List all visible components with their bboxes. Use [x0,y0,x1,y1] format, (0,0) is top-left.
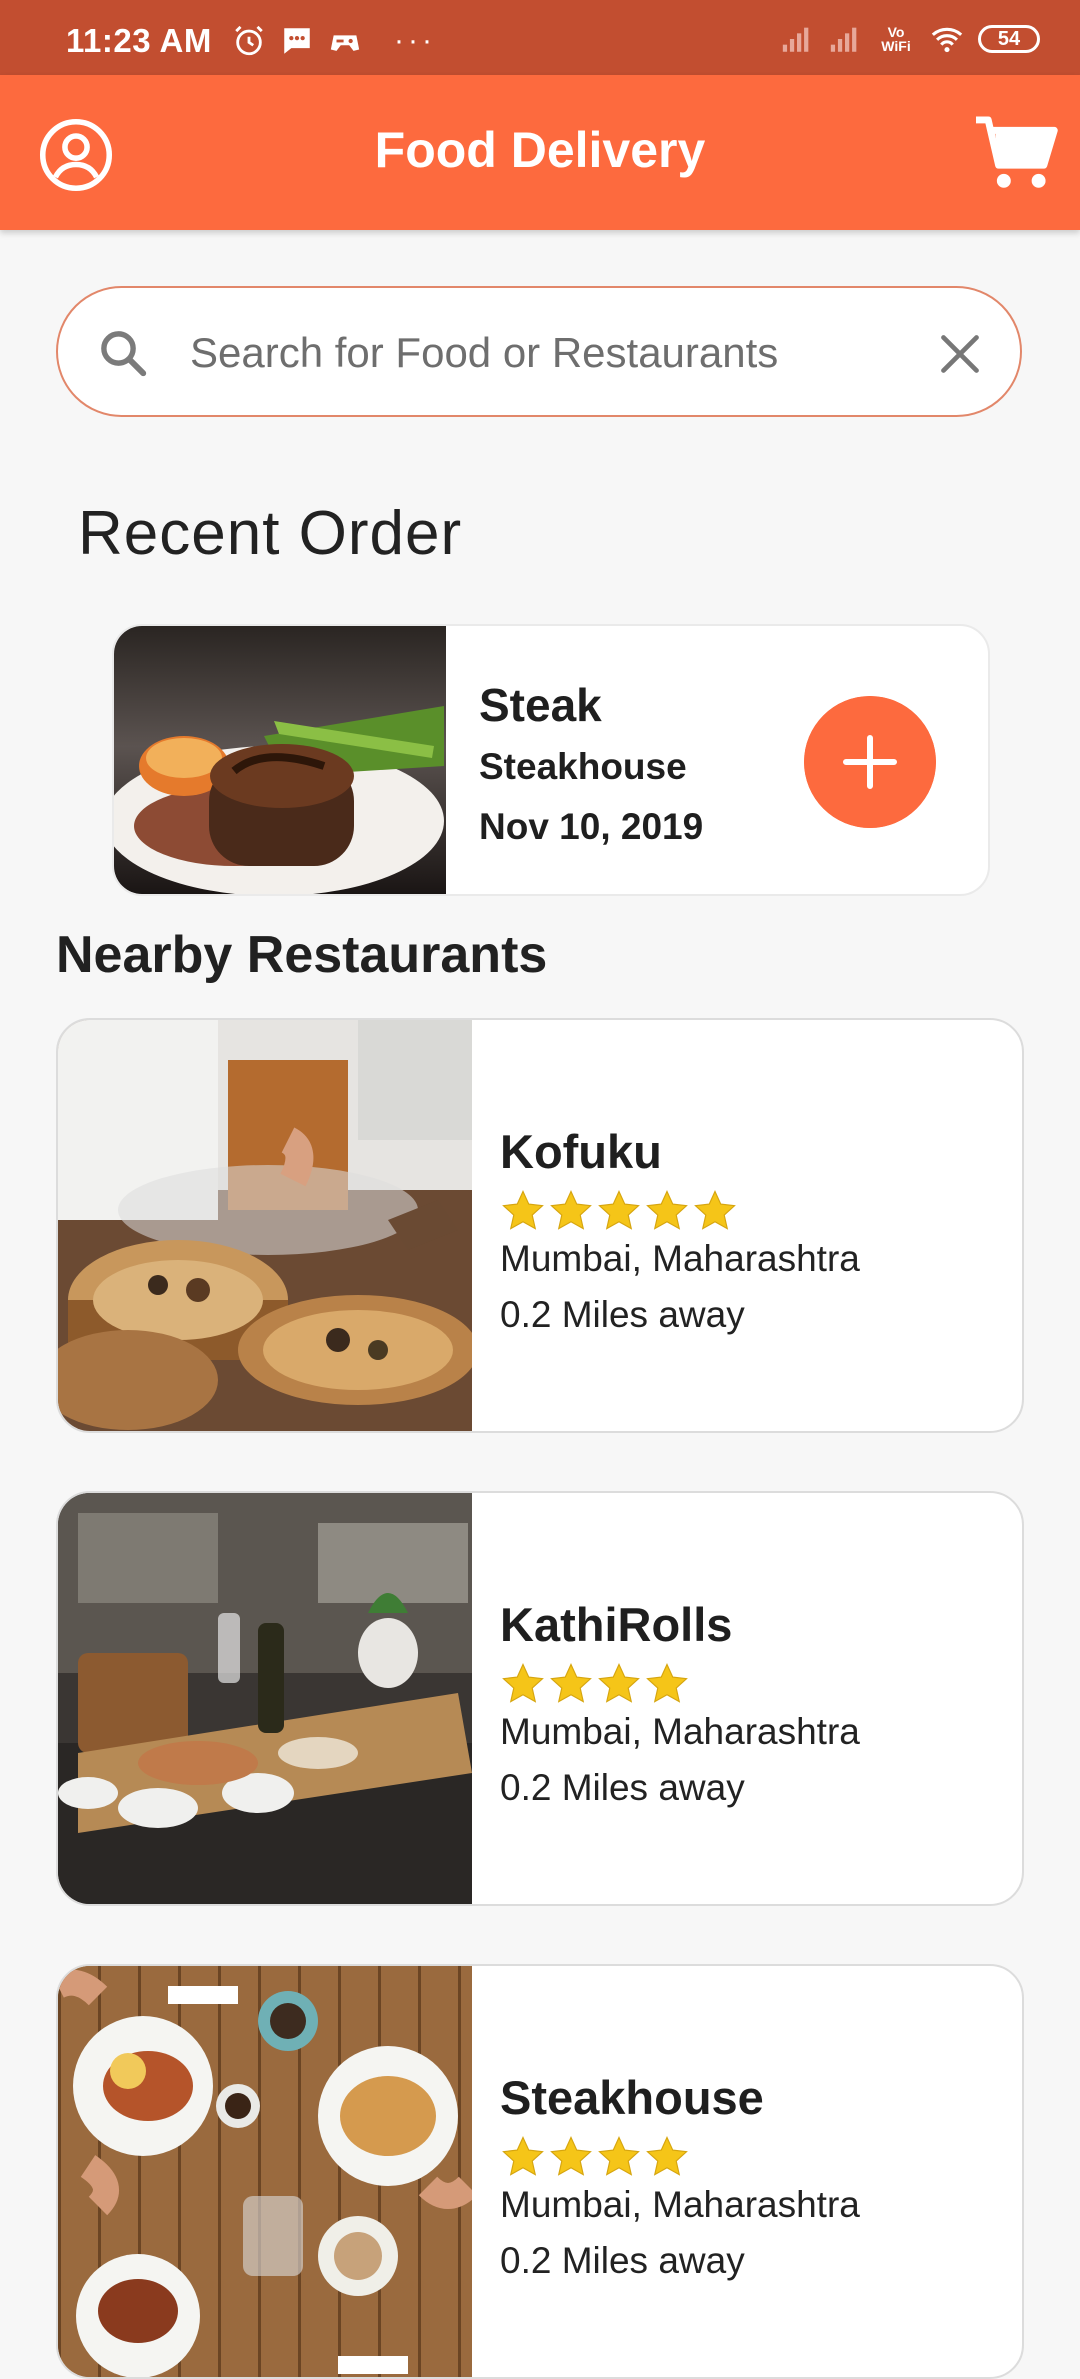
restaurant-name: Kofuku [500,1125,662,1178]
search-input[interactable] [188,316,952,390]
status-time: 11:23 AM [66,22,212,59]
recent-order-date: Nov 10, 2019 [479,806,704,847]
wifi-icon [931,27,963,53]
star-icon [550,1190,592,1230]
restaurant-card[interactable]: Kofuku Mumbai, Maharashtra 0.2 Miles awa… [56,1018,1024,1433]
restaurant-rating [500,1661,690,1707]
signal-icon-2 [830,27,857,52]
restaurant-rating [500,1188,738,1234]
star-icon [646,1663,688,1703]
restaurant-distance: 0.2 Miles away [500,1767,745,1808]
star-icon [502,1663,544,1703]
recent-order-card[interactable]: Steak Steakhouse Nov 10, 2019 [112,624,990,896]
star-icon [502,1190,544,1230]
restaurant-location: Mumbai, Maharashtra [500,1238,860,1279]
app-bar: Food Delivery [0,75,1080,230]
signal-icon-1 [782,27,809,52]
restaurant-image [58,1020,472,1431]
restaurant-image [58,1966,472,2377]
restaurant-card[interactable]: KathiRolls Mumbai, Maharashtra 0.2 Miles… [56,1491,1024,1906]
nearby-restaurants-title: Nearby Restaurants [56,926,548,984]
star-icon [694,1190,736,1230]
recent-order-name: Steak [479,679,602,731]
clear-icon[interactable] [938,332,982,376]
star-icon [598,2136,640,2176]
game-controller-icon [330,35,360,51]
status-notification-icons: ··· [232,24,436,58]
recent-order-restaurant: Steakhouse [479,746,687,787]
status-bar: 11:23 AM ··· Vo WiFi 54 [0,0,1080,75]
star-icon [646,2136,688,2176]
star-icon [598,1663,640,1703]
restaurant-location: Mumbai, Maharashtra [500,1711,860,1752]
app-title: Food Delivery [374,122,706,178]
star-icon [598,1190,640,1230]
alarm-icon [235,25,263,56]
status-system-icons: Vo WiFi 54 [780,22,1040,56]
recent-order-image [114,626,446,894]
restaurant-name: Steakhouse [500,2071,764,2124]
more-notifications-icon: ··· [394,24,436,57]
vowifi-indicator: Vo WiFi [881,24,911,54]
star-icon [502,2136,544,2176]
reorder-add-button[interactable] [804,696,936,828]
recent-order-title: Recent Order [78,499,463,568]
cart-icon[interactable] [974,113,1058,193]
star-icon [550,2136,592,2176]
battery-icon: 54 [978,25,1040,53]
search-icon [101,331,147,377]
restaurant-image [58,1493,472,1904]
restaurant-rating [500,2134,690,2180]
message-icon [284,28,310,54]
restaurant-distance: 0.2 Miles away [500,1294,745,1335]
star-icon [550,1663,592,1703]
restaurant-distance: 0.2 Miles away [500,2240,745,2281]
restaurant-location: Mumbai, Maharashtra [500,2184,860,2225]
restaurant-card[interactable]: Steakhouse Mumbai, Maharashtra 0.2 Miles… [56,1964,1024,2379]
restaurant-name: KathiRolls [500,1598,733,1651]
search-bar [56,286,1022,417]
star-icon [646,1190,688,1230]
